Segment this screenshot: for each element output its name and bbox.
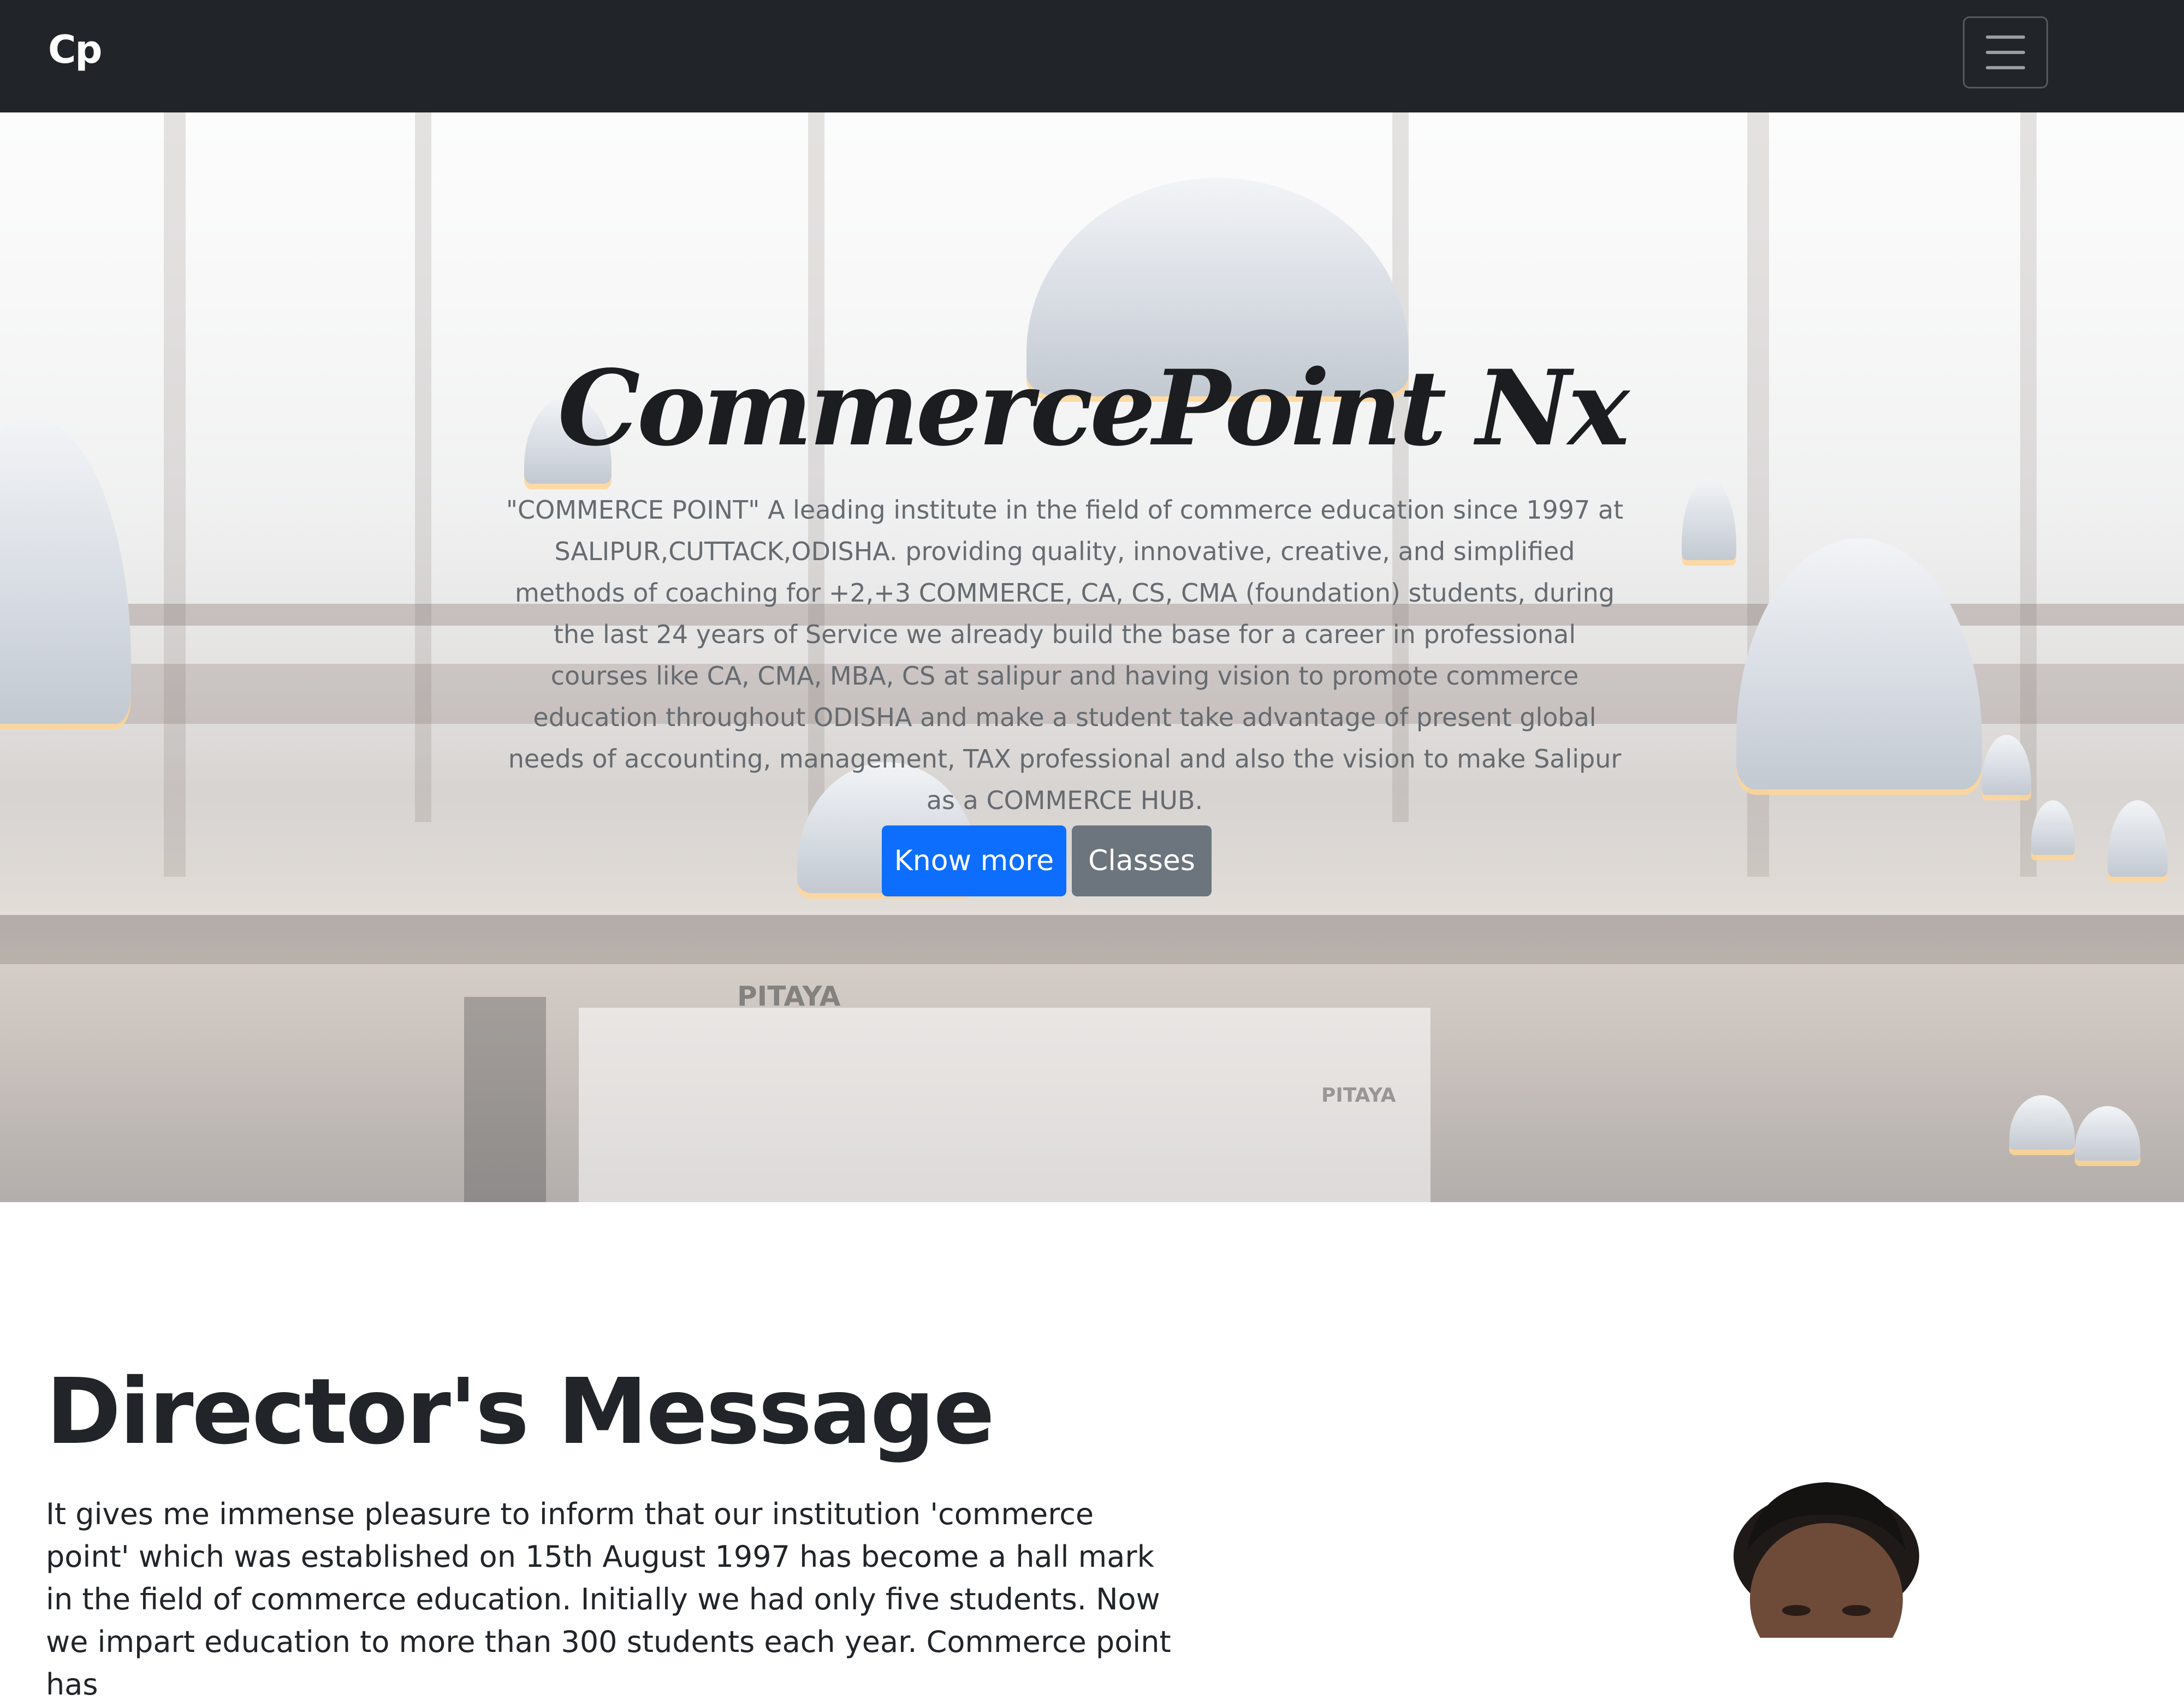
hamburger-icon-line <box>1986 35 2025 39</box>
director-portrait-image <box>1714 1474 1938 1638</box>
know-more-button[interactable]: Know more <box>882 825 1066 896</box>
hamburger-icon-line <box>1986 51 2025 54</box>
navbar-toggler-button[interactable] <box>1963 16 2048 88</box>
hamburger-icon-line <box>1986 66 2025 69</box>
hero-description: "COMMERCE POINT" A leading institute in … <box>506 495 1624 815</box>
classes-button[interactable]: Classes <box>1072 825 1212 896</box>
brand-logo[interactable]: Cp <box>48 27 102 72</box>
director-message-text: It gives me immense pleasure to inform t… <box>46 1497 1171 1702</box>
top-navbar: Cp <box>0 0 2184 112</box>
hero-title: CommercePoint Nx <box>557 347 1629 469</box>
hero-section: PITAYA PITAYA CommercePoint Nx "COMMERCE… <box>0 112 2184 1202</box>
director-section-title: Director's Message <box>46 1359 995 1465</box>
